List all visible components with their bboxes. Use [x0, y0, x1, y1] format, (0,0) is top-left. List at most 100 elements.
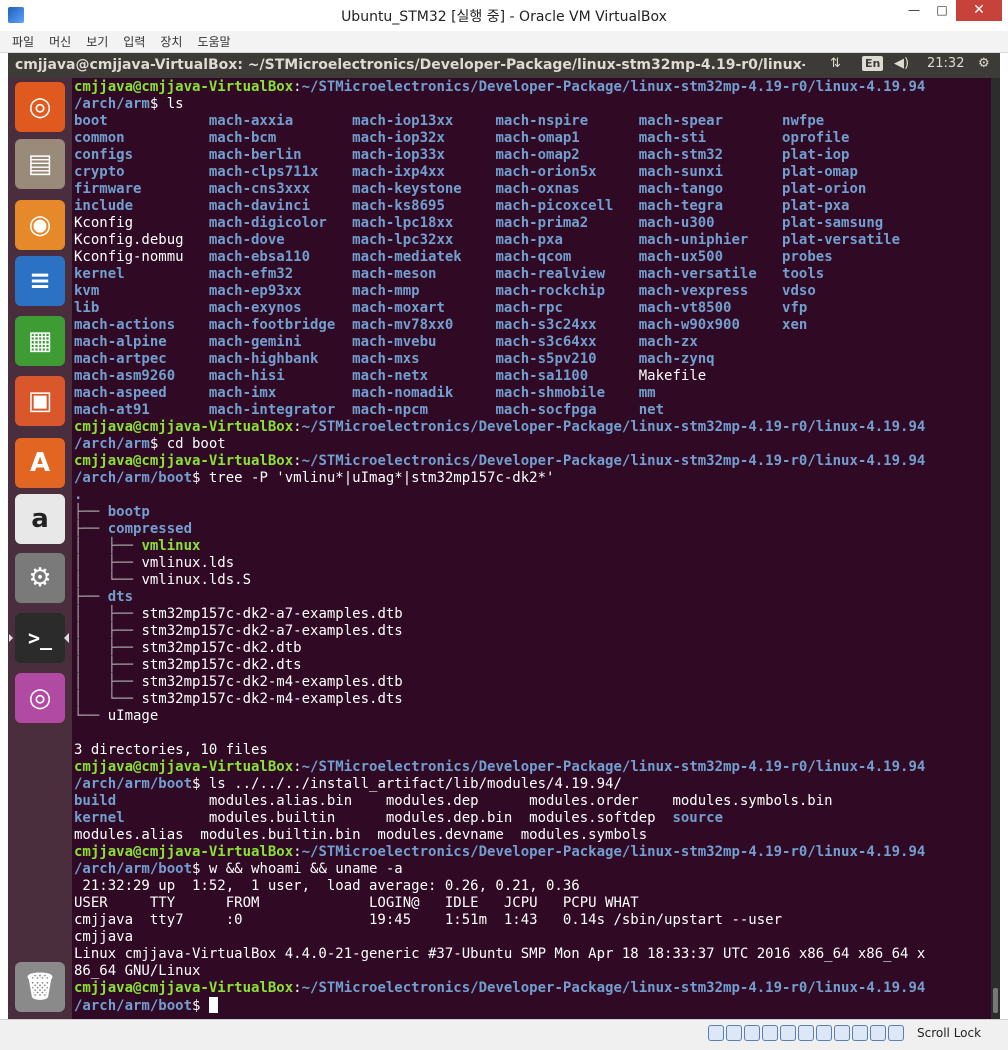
unity-top-panel: cmjjava@cmjjava-VirtualBox: ~/STMicroele…: [8, 53, 1000, 78]
terminal-text: mach-nomadik: [352, 385, 496, 401]
terminal-text: kernel: [74, 266, 209, 282]
terminal-text: mach-mxs: [352, 351, 496, 367]
maximize-button[interactable]: □: [928, 0, 956, 21]
terminal-cursor: [208, 997, 218, 1013]
terminal-text: cmjjava tty7 :0 19:45 1:51m 1:43 0.14s /…: [74, 912, 783, 928]
optical-drive-icon[interactable]: [726, 1025, 742, 1041]
dvd-icon[interactable]: ◎: [15, 673, 65, 723]
terminal-scrollbar[interactable]: [991, 78, 1000, 1019]
menu-input[interactable]: 입력: [123, 31, 145, 52]
dvd-icon-glyph: ◎: [28, 683, 52, 713]
hard-disk-icon[interactable]: [708, 1025, 724, 1041]
software-center-icon[interactable]: A: [15, 438, 65, 488]
volume-icon[interactable]: ◀): [894, 56, 909, 71]
terminal-line: cmjjava@cmjjava-VirtualBox:~/STMicroelec…: [74, 419, 925, 436]
terminal-text: mach-ks8695: [352, 198, 496, 214]
terminal-text: ~/STMicroelectronics/Developer-Package/l…: [301, 453, 926, 469]
menu-view[interactable]: 보기: [86, 31, 108, 52]
terminal-line: build modules.alias.bin modules.dep modu…: [74, 793, 925, 810]
terminal-text: mach-artpec: [74, 351, 209, 367]
terminal-line: mach-aspeed mach-imx mach-nomadik mach-s…: [74, 385, 925, 402]
terminal-icon[interactable]: >_: [9, 613, 69, 663]
terminal-text: mach-efm32: [208, 266, 353, 282]
libreoffice-writer-icon[interactable]: ≡: [15, 256, 65, 306]
terminal-line: kernel mach-efm32 mach-meson mach-realvi…: [74, 266, 925, 283]
scrollbar-thumb[interactable]: [993, 988, 998, 1013]
terminal-text: mach-footbridge: [208, 317, 353, 333]
terminal-line: /arch/arm/boot$: [74, 997, 925, 1014]
terminal-text: stm32mp157c-dk2.dtb: [141, 640, 302, 656]
terminal-text: include: [74, 198, 209, 214]
menu-devices[interactable]: 장치: [160, 31, 182, 52]
terminal-line: mach-artpec mach-highbank mach-mxs mach-…: [74, 351, 925, 368]
terminal-text: stm32mp157c-dk2-a7-examples.dtb: [141, 606, 403, 622]
audio-icon[interactable]: [744, 1025, 760, 1041]
terminal-window[interactable]: cmjjava@cmjjava-VirtualBox: ~/STMicroelec…: [72, 78, 991, 1019]
libreoffice-impress-icon[interactable]: ▣: [15, 376, 65, 426]
virtualization-icon[interactable]: [852, 1025, 868, 1041]
terminal-text: :: [293, 419, 302, 435]
terminal-text: cmjjava: [74, 929, 134, 945]
terminal-line: common mach-bcm mach-iop32x mach-omap1 m…: [74, 130, 925, 147]
terminal-text: mach-mediatek: [352, 249, 496, 265]
terminal-text: bootp: [107, 504, 150, 520]
terminal-text: plat-versatile: [782, 232, 901, 248]
shared-folders-icon[interactable]: [798, 1025, 814, 1041]
network-updown-icon[interactable]: ⇅: [830, 56, 841, 71]
usb-icon[interactable]: [780, 1025, 796, 1041]
terminal-text: :: [293, 844, 302, 860]
terminal-line: kernel modules.builtin modules.dep.bin m…: [74, 810, 925, 827]
ubuntu-dash-icon[interactable]: ◎: [15, 82, 65, 132]
system-settings-icon[interactable]: ⚙: [15, 553, 65, 603]
host-key-icon[interactable]: [888, 1025, 904, 1041]
terminal-text: │ ├──: [74, 555, 142, 571]
panel-clock[interactable]: 21:32: [927, 56, 964, 71]
menu-file[interactable]: 파일: [12, 31, 34, 52]
trash-icon[interactable]: 🗑: [15, 962, 65, 1012]
terminal-text: │ ├──: [74, 640, 142, 656]
terminal-text: │ └──: [74, 572, 142, 588]
terminal-text: .: [74, 487, 83, 503]
settings-gear-icon[interactable]: ⚙: [978, 56, 990, 71]
network-icon[interactable]: [762, 1025, 778, 1041]
terminal-text: mach-omap2: [495, 147, 639, 163]
terminal-line: 21:32:29 up 1:52, 1 user, load average: …: [74, 878, 925, 895]
terminal-text: vfp: [782, 300, 808, 316]
video-capture-icon[interactable]: [834, 1025, 850, 1041]
terminal-text: mach-tegra: [638, 198, 783, 214]
terminal-line: │ └── stm32mp157c-dk2-m4-examples.dts: [74, 691, 925, 708]
terminal-text: nwfpe: [782, 113, 825, 129]
terminal-line: kvm mach-ep93xx mach-mmp mach-rockchip m…: [74, 283, 925, 300]
display-icon[interactable]: [816, 1025, 832, 1041]
virtualbox-menu-bar: 파일 머신 보기 입력 장치 도움말: [0, 31, 1008, 53]
terminal-text: modules.builtin modules.dep.bin modules.…: [208, 810, 673, 826]
files-icon[interactable]: ▤: [15, 139, 65, 189]
terminal-text: mach-hisi: [208, 368, 353, 384]
terminal-text: /arch/arm/boot: [74, 776, 193, 792]
terminal-text: mach-imx: [208, 385, 353, 401]
terminal-text: mach-shmobile: [495, 385, 639, 401]
minimize-button[interactable]: —: [900, 0, 928, 21]
keyboard-layout-indicator[interactable]: En: [862, 56, 884, 71]
terminal-text: mach-cns3xxx: [208, 181, 353, 197]
terminal-line: include mach-davinci mach-ks8695 mach-pi…: [74, 198, 925, 215]
mouse-integration-icon[interactable]: [870, 1025, 886, 1041]
terminal-text: common: [74, 130, 209, 146]
firefox-icon[interactable]: ◉: [15, 200, 65, 250]
terminal-text: 3 directories, 10 files: [74, 742, 268, 758]
terminal-text: mach-u300: [638, 215, 783, 231]
terminal-text: $: [192, 998, 209, 1014]
terminal-text: mach-exynos: [208, 300, 353, 316]
terminal-text: USER TTY FROM LOGIN@ IDLE JCPU PCPU WHAT: [74, 895, 639, 911]
menu-help[interactable]: 도움말: [197, 31, 230, 52]
menu-machine[interactable]: 머신: [49, 31, 71, 52]
terminal-text: :: [293, 980, 302, 996]
close-button[interactable]: ✕: [956, 0, 1002, 21]
terminal-text: Kconfig.debug: [74, 232, 209, 248]
amazon-icon[interactable]: a: [15, 494, 65, 544]
terminal-text: cmjjava@cmjjava-VirtualBox: [74, 759, 294, 775]
virtualbox-status-bar: Scroll Lock: [0, 1019, 1008, 1050]
libreoffice-calc-icon[interactable]: ▦: [15, 316, 65, 366]
terminal-text: probes: [782, 249, 833, 265]
terminal-text: build: [74, 793, 209, 809]
